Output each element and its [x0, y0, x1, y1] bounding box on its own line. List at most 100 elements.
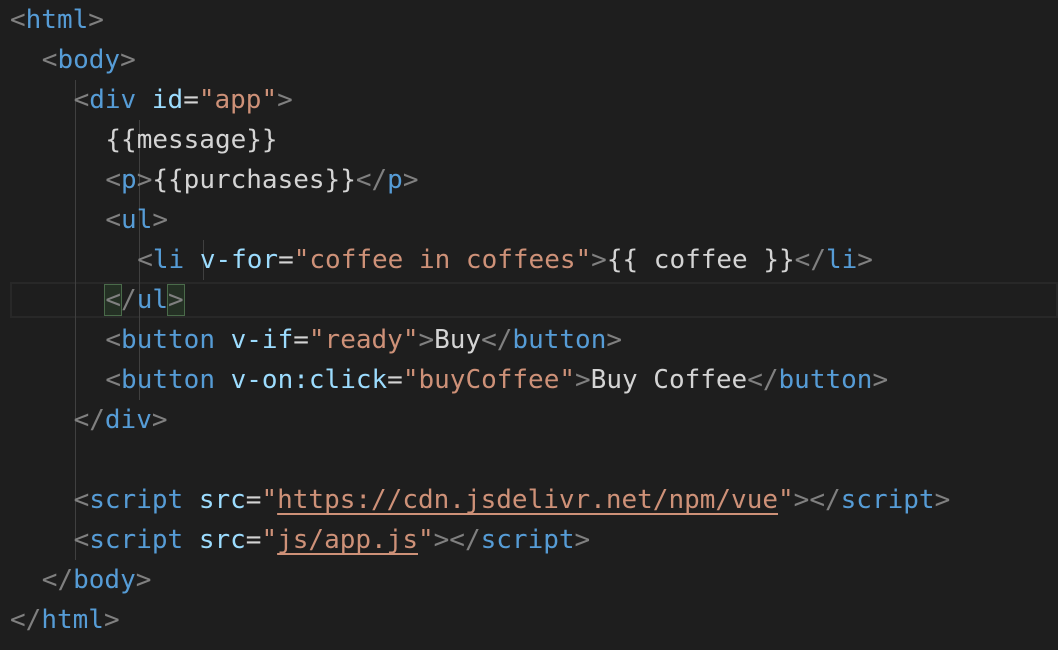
code-token: <: [73, 525, 90, 555]
code-line[interactable]: <button v-if="ready">Buy</button>: [0, 320, 1058, 360]
code-token: /: [121, 285, 137, 315]
code-token: button: [121, 365, 215, 395]
code-token: </: [794, 245, 826, 275]
code-line[interactable]: [0, 440, 1058, 480]
code-token: ></: [433, 525, 481, 555]
code-line[interactable]: <button v-on:click="buyCoffee">Buy Coffe…: [0, 360, 1058, 400]
code-line[interactable]: </html>: [0, 600, 1058, 640]
code-editor[interactable]: <html> <body> <div id="app"> {{message}} <p>…: [0, 0, 1058, 650]
code-token: >: [575, 365, 591, 395]
code-token: >: [402, 165, 419, 195]
code-token: >: [152, 205, 169, 235]
code-token: ></: [793, 485, 841, 515]
code-line-content: <ul>: [105, 200, 168, 240]
code-token: li: [152, 245, 185, 275]
code-token: ul: [121, 205, 153, 235]
code-token: html: [25, 5, 89, 35]
code-token: <: [104, 284, 123, 316]
code-token: </: [10, 605, 42, 635]
code-token: button: [512, 325, 607, 355]
code-token: >: [136, 165, 153, 195]
code-token: >: [574, 525, 591, 555]
code-token: {{message}}: [105, 125, 278, 155]
code-line[interactable]: <html>: [0, 0, 1058, 40]
code-line[interactable]: {{message}}: [0, 120, 1058, 160]
code-token: js/app.js: [277, 525, 418, 555]
code-token: >: [277, 85, 293, 115]
code-line-content: </div>: [74, 400, 168, 440]
code-token: </: [73, 405, 105, 435]
code-token: script: [840, 485, 935, 515]
code-token: script: [480, 525, 575, 555]
code-token: <: [10, 5, 26, 35]
code-token: ": [418, 525, 434, 555]
code-line[interactable]: <script src="https://cdn.jsdelivr.net/np…: [0, 480, 1058, 520]
code-line[interactable]: </body>: [0, 560, 1058, 600]
code-token: src: [198, 485, 246, 515]
code-token: ": [261, 525, 278, 555]
code-token: <: [105, 325, 122, 355]
code-token: >: [151, 405, 168, 435]
code-token: =: [278, 245, 294, 275]
code-line-content: {{message}}: [105, 120, 277, 160]
code-token: div: [104, 405, 152, 435]
code-line-content: <button v-on:click="buyCoffee">Buy Coffe…: [105, 360, 888, 400]
code-line[interactable]: </div>: [0, 400, 1058, 440]
code-token: button: [121, 325, 215, 355]
code-line[interactable]: </ul>: [0, 280, 1058, 320]
code-line[interactable]: <body>: [0, 40, 1058, 80]
code-token: =: [245, 525, 262, 555]
code-token: <: [105, 365, 122, 395]
code-token: <: [105, 165, 122, 195]
code-token: >: [135, 565, 152, 595]
code-token: =: [293, 325, 309, 355]
code-token: >: [88, 5, 104, 35]
code-token: <: [105, 205, 122, 235]
code-line-content: <p>{{purchases}}</p>: [105, 160, 418, 200]
code-token: >: [167, 284, 185, 316]
code-line-content: </body>: [42, 560, 152, 600]
code-token: id: [151, 85, 184, 115]
code-token: </: [747, 365, 779, 395]
code-token: =: [183, 85, 199, 115]
code-token: =: [245, 485, 262, 515]
code-token: "ready": [308, 325, 419, 355]
code-token: >: [591, 245, 607, 275]
code-token: p: [387, 165, 403, 195]
code-token: >: [418, 325, 435, 355]
code-token: ": [778, 485, 794, 515]
code-token: v-for: [199, 245, 279, 275]
code-line[interactable]: <ul>: [0, 200, 1058, 240]
code-token: script: [89, 485, 184, 515]
code-token: </: [355, 165, 388, 195]
code-token: v-if: [230, 325, 294, 355]
code-token: src: [198, 525, 246, 555]
code-line-content: <script src="js/app.js"></script>: [74, 520, 591, 560]
code-token: div: [89, 85, 137, 115]
code-token: Buy: [434, 325, 482, 355]
code-token: button: [778, 365, 873, 395]
code-line[interactable]: <p>{{purchases}}</p>: [0, 160, 1058, 200]
code-token: >: [934, 485, 951, 515]
code-line-content: <script src="https://cdn.jsdelivr.net/np…: [74, 480, 951, 520]
code-token: body: [73, 565, 136, 595]
code-line[interactable]: <script src="js/app.js"></script>: [0, 520, 1058, 560]
code-token: body: [57, 45, 121, 75]
code-token: >: [857, 245, 873, 275]
code-token: p: [121, 165, 137, 195]
code-line-content: </ul>: [104, 280, 185, 320]
code-line-content: <li v-for="coffee in coffees">{{ coffee …: [137, 240, 873, 280]
code-token: <: [137, 245, 153, 275]
code-token: <: [73, 485, 90, 515]
code-token: ul: [136, 285, 169, 315]
code-token: v-on:click: [230, 365, 388, 395]
code-token: "app": [198, 85, 278, 115]
code-line[interactable]: <li v-for="coffee in coffees">{{ coffee …: [0, 240, 1058, 280]
code-line[interactable]: <div id="app">: [0, 80, 1058, 120]
code-line-content: </html>: [10, 600, 120, 640]
